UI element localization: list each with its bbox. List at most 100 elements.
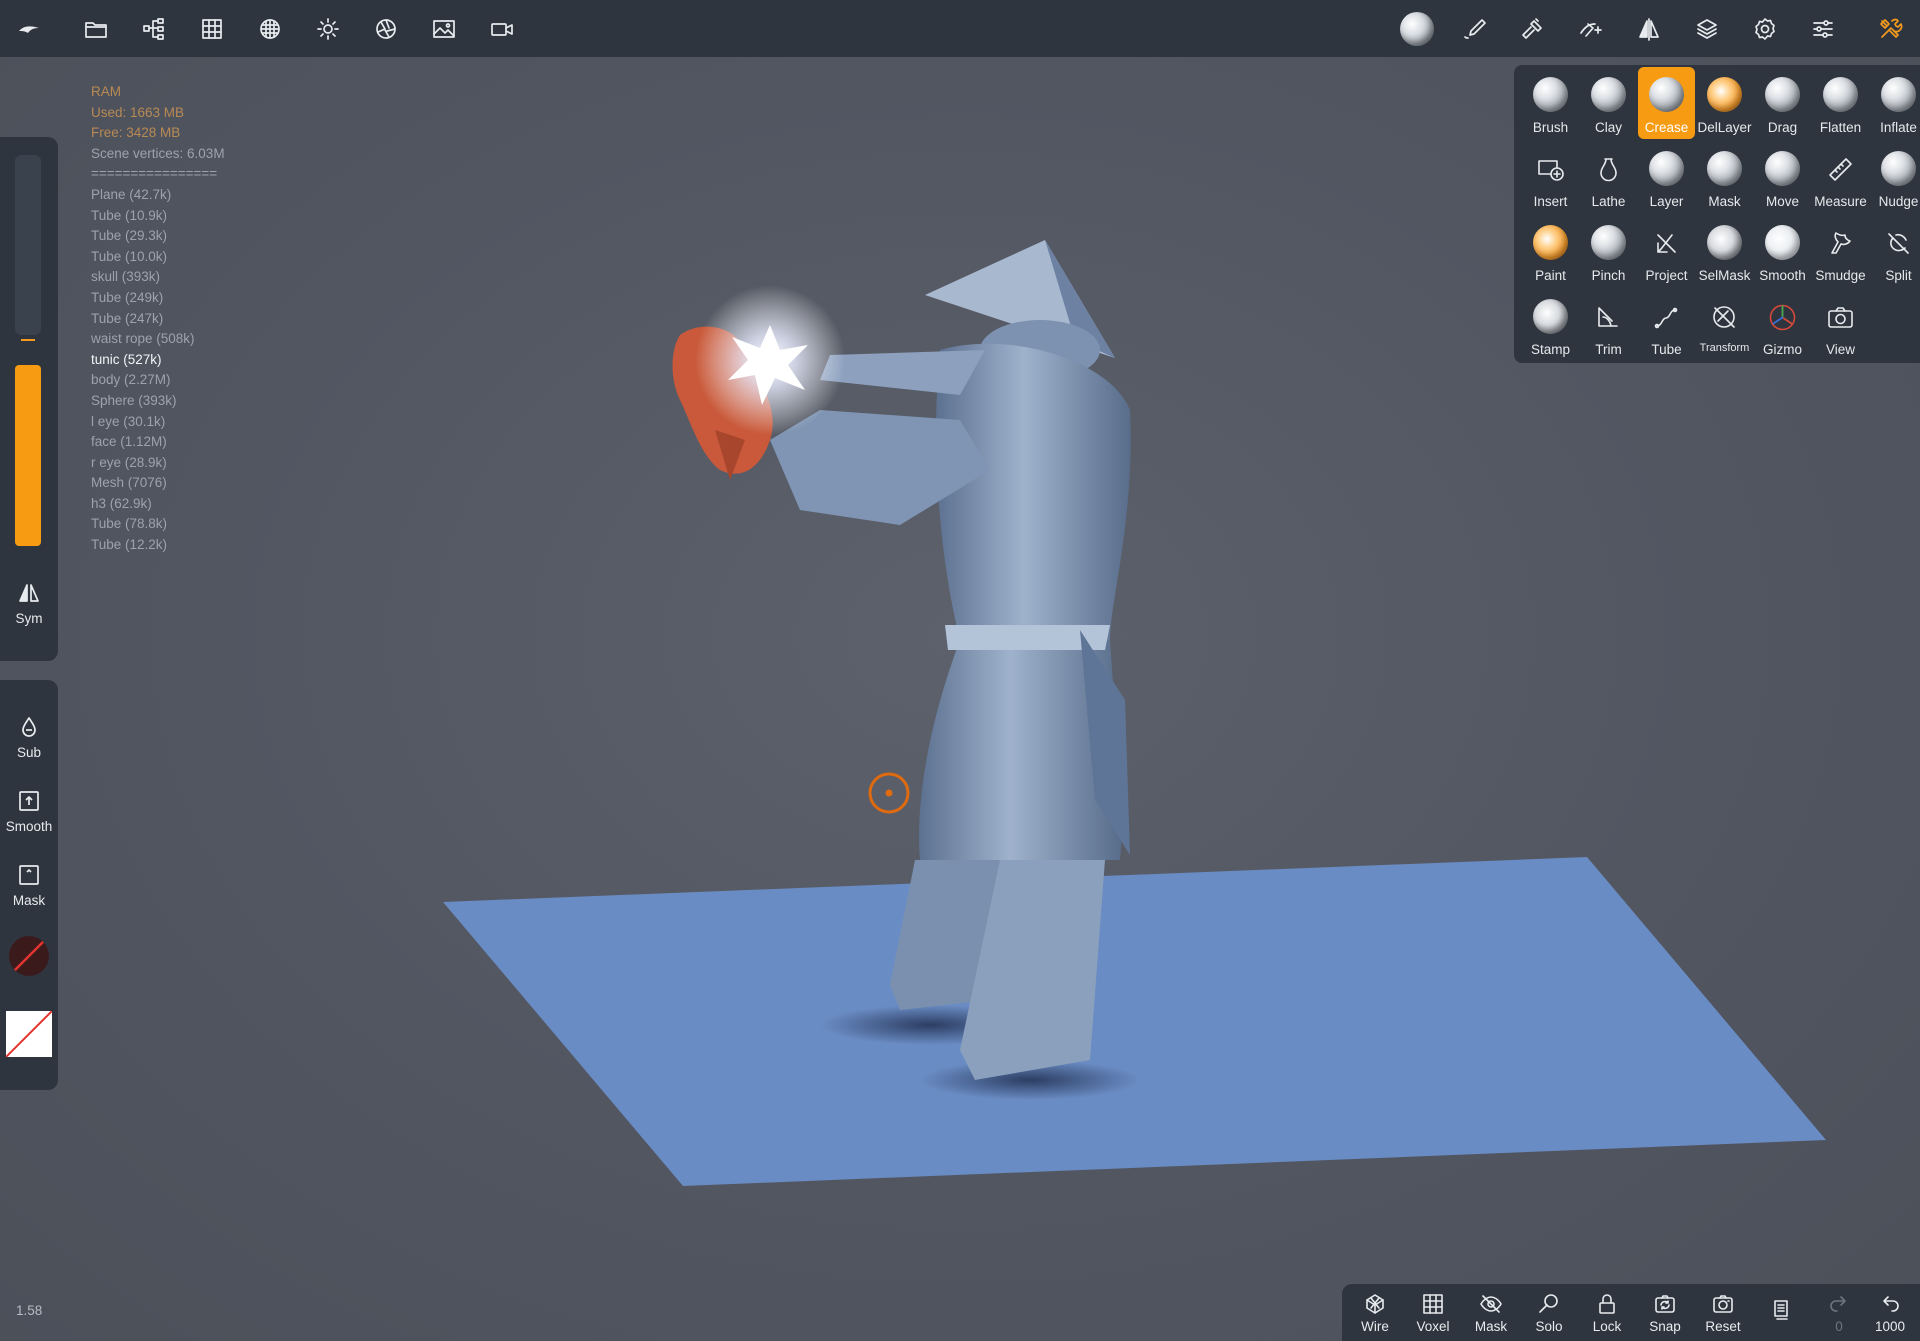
snap-camera-icon <box>1655 1295 1675 1313</box>
stamp-icon <box>1533 299 1568 334</box>
mask-visibility-button[interactable]: Mask <box>1463 1288 1519 1334</box>
tool-trim[interactable]: Trim <box>1580 289 1637 361</box>
wire-button[interactable]: Wire <box>1347 1288 1403 1334</box>
tool-nudge[interactable]: Nudge <box>1870 141 1920 213</box>
redo-button[interactable]: 0 <box>1811 1288 1867 1334</box>
object-item: Tube (78.8k) <box>91 516 168 532</box>
tool-brush[interactable]: Brush <box>1522 67 1579 139</box>
redo-count: 0 <box>1835 1319 1843 1334</box>
tool-paint[interactable]: Paint <box>1522 215 1579 287</box>
stroke-settings-icon[interactable] <box>1571 9 1611 49</box>
ground-plane <box>443 857 1826 1186</box>
reset-button[interactable]: Reset <box>1695 1288 1751 1334</box>
tool-dellayer[interactable]: DelLayer <box>1696 67 1753 139</box>
smooth-button[interactable]: Smooth <box>0 789 58 834</box>
sub-button[interactable]: Sub <box>0 715 58 760</box>
object-item: skull (393k) <box>91 269 161 285</box>
ram-label: RAM <box>91 84 121 99</box>
tool-view[interactable]: View <box>1812 289 1869 361</box>
smooth-tool-icon <box>1765 225 1800 260</box>
trim-icon <box>1598 307 1618 327</box>
object-item: Tube (249k) <box>91 289 164 305</box>
video-camera-icon[interactable] <box>482 9 522 49</box>
tool-project[interactable]: Project <box>1638 215 1695 287</box>
tube-icon <box>1654 307 1678 329</box>
logo-icon[interactable] <box>9 9 49 49</box>
layers-icon[interactable] <box>1687 9 1727 49</box>
tool-drag[interactable]: Drag <box>1754 67 1811 139</box>
reset-label: Reset <box>1705 1319 1741 1334</box>
object-item: waist rope (508k) <box>91 331 195 347</box>
folder-icon[interactable] <box>76 9 116 49</box>
mask-button[interactable]: Mask <box>0 863 58 908</box>
crease-icon <box>1649 77 1684 112</box>
snap-label: Snap <box>1649 1319 1681 1334</box>
ram-free: Free: 3428 MB <box>91 125 181 141</box>
tool-selmask[interactable]: SelMask <box>1696 215 1753 287</box>
layer-icon <box>1649 151 1684 186</box>
tool-smooth[interactable]: Smooth <box>1754 215 1811 287</box>
sliders-icon[interactable] <box>1803 9 1843 49</box>
transform-icon <box>1713 306 1735 328</box>
solo-button[interactable]: Solo <box>1521 1288 1577 1334</box>
background-image-icon[interactable] <box>424 9 464 49</box>
lock-button[interactable]: Lock <box>1579 1288 1635 1334</box>
material-sphere-icon[interactable] <box>1397 9 1437 49</box>
tool-move[interactable]: Move <box>1754 141 1811 213</box>
material-icon[interactable] <box>250 9 290 49</box>
ram-used: Used: 1663 MB <box>91 104 185 120</box>
tools-icon[interactable] <box>1870 9 1910 49</box>
undo-button[interactable]: 1000 <box>1862 1288 1918 1334</box>
move-icon <box>1765 151 1800 186</box>
intensity-slider[interactable] <box>15 365 41 546</box>
radius-slider[interactable] <box>15 155 41 335</box>
material-color-swatch[interactable] <box>9 936 49 976</box>
paint-brush-icon[interactable] <box>1455 9 1495 49</box>
undo-icon <box>1883 1296 1899 1312</box>
scene-stats-overlay: RAM Used: 1663 MB Free: 3428 MB Scene ve… <box>91 82 225 556</box>
paint-icon <box>1533 225 1568 260</box>
mask-label: Mask <box>12 893 46 908</box>
snap-button[interactable]: Snap <box>1637 1288 1693 1334</box>
tool-flatten[interactable]: Flatten <box>1812 67 1869 139</box>
tool-lathe[interactable]: Lathe <box>1580 141 1637 213</box>
voxel-grid-icon <box>1423 1294 1443 1314</box>
tool-measure[interactable]: Measure <box>1812 141 1869 213</box>
tool-insert[interactable]: Insert <box>1522 141 1579 213</box>
top-toolbar <box>0 0 1920 57</box>
sub-label: Sub <box>16 745 42 760</box>
object-item: Tube (10.9k) <box>91 207 168 223</box>
ruler-icon <box>1829 158 1852 181</box>
grid-icon[interactable] <box>192 9 232 49</box>
sym-button[interactable]: Sym <box>0 581 58 626</box>
tool-gizmo[interactable]: Gizmo <box>1754 289 1811 361</box>
tool-smudge[interactable]: Smudge <box>1812 215 1869 287</box>
voxel-button[interactable]: Voxel <box>1405 1288 1461 1334</box>
light-icon[interactable] <box>308 9 348 49</box>
tool-layer[interactable]: Layer <box>1638 141 1695 213</box>
tool-stamp[interactable]: Stamp <box>1522 289 1579 361</box>
settings-gear-icon[interactable] <box>1745 9 1785 49</box>
tool-pinch[interactable]: Pinch <box>1580 215 1637 287</box>
solo-label: Solo <box>1535 1319 1563 1334</box>
left-sidebar-actions: Sub Smooth Mask <box>0 680 58 1090</box>
tool-mask[interactable]: Mask <box>1696 141 1753 213</box>
redo-icon <box>1830 1296 1846 1312</box>
symmetry-icon[interactable] <box>1629 9 1669 49</box>
camera-aperture-icon[interactable] <box>366 9 406 49</box>
tool-transform[interactable]: Transform <box>1696 289 1753 361</box>
object-item-selected: tunic (527k) <box>91 351 162 367</box>
tool-split[interactable]: Split <box>1870 215 1920 287</box>
object-item: Tube (10.0k) <box>91 248 168 264</box>
tool-tube[interactable]: Tube <box>1638 289 1695 361</box>
scene-tree-icon[interactable] <box>134 9 174 49</box>
tool-clay[interactable]: Clay <box>1580 67 1637 139</box>
camera-icon <box>1828 307 1853 328</box>
paint-color-swatch[interactable] <box>6 1011 52 1057</box>
hammer-icon[interactable] <box>1513 9 1553 49</box>
tool-inflate[interactable]: Inflate <box>1870 67 1920 139</box>
bottom-toolbar: Wire Voxel Mask Solo Lock Snap Reset 0 1… <box>1342 1284 1920 1341</box>
tool-crease[interactable]: Crease <box>1638 67 1695 139</box>
object-item: h3 (62.9k) <box>91 495 152 511</box>
history-button[interactable] <box>1753 1288 1809 1325</box>
